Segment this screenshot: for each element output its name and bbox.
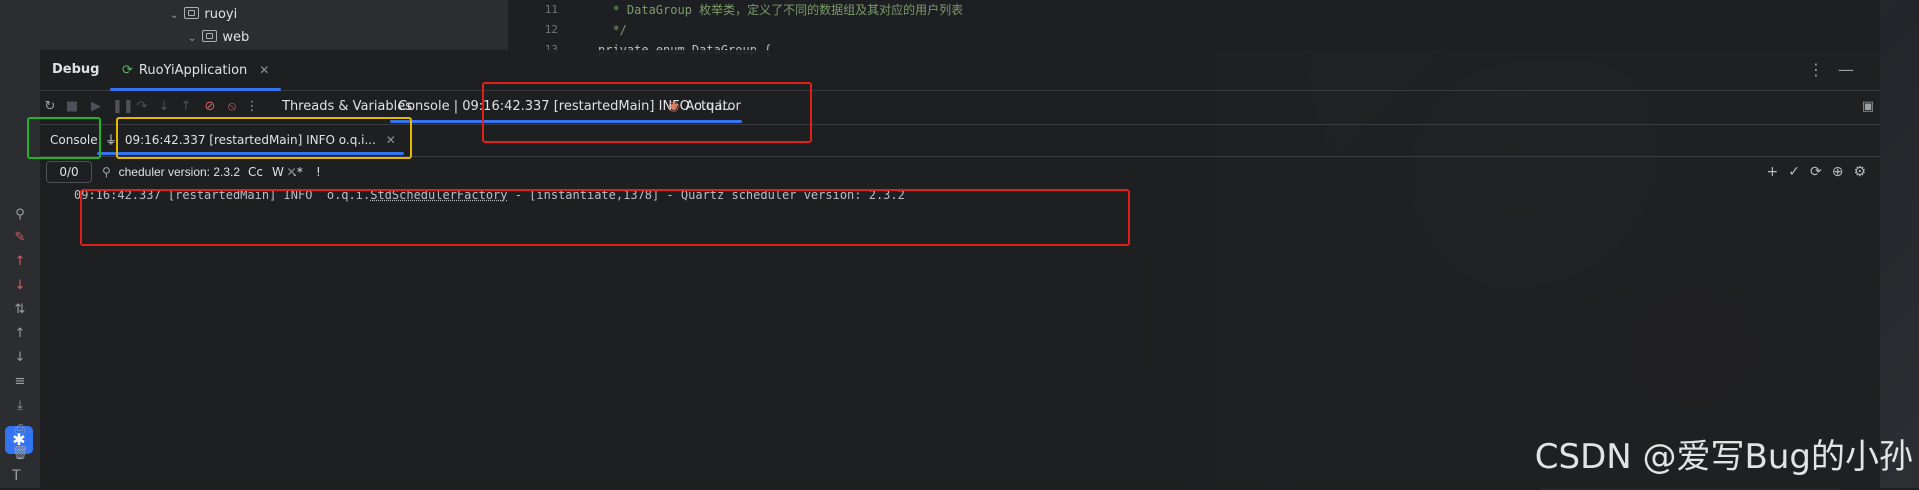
terminal-icon[interactable]: T: [12, 468, 21, 484]
settings-gear-icon[interactable]: ⚙: [1853, 164, 1866, 180]
sort-icon[interactable]: ⇅: [0, 302, 40, 317]
minimize-icon[interactable]: —: [1838, 60, 1868, 79]
folder-icon: [202, 30, 218, 42]
scroll-to-end-icon[interactable]: ⤓: [0, 398, 40, 413]
up-arrow-red-icon[interactable]: ↑: [0, 254, 40, 269]
soft-wrap-icon[interactable]: ≡: [0, 374, 40, 389]
tree-item-label: ruoyi: [204, 7, 238, 22]
more-options-icon[interactable]: ⋮: [1808, 60, 1838, 79]
line-number: 12: [544, 23, 558, 36]
tree-item-ruoyi[interactable]: ⌄ ruoyi: [170, 7, 237, 22]
console-output[interactable]: 09:16:42.337 [restartedMain] INFO o.q.i.…: [40, 140, 1840, 438]
up-arrow-icon[interactable]: ↑: [0, 326, 40, 341]
run-config-label: RuoYiApplication: [138, 62, 248, 78]
pause-icon[interactable]: ❚❚: [112, 99, 134, 115]
clear-pen-icon[interactable]: ✎: [0, 230, 40, 245]
folder-icon: [184, 7, 200, 19]
run-config-tab[interactable]: ⟳ RuoYiApplication ✕: [110, 50, 282, 91]
step-over-icon[interactable]: ↷: [134, 99, 150, 115]
layout-icon[interactable]: ▣: [1860, 99, 1876, 115]
resume-icon[interactable]: ▶: [88, 99, 104, 115]
spring-boot-icon: ⟳: [122, 62, 133, 78]
pin-icon[interactable]: ⚲: [0, 207, 40, 222]
view-breakpoints-icon[interactable]: ⊘: [202, 99, 218, 115]
tree-item-label: web: [222, 30, 250, 45]
code-line: */: [612, 23, 627, 37]
down-arrow-red-icon[interactable]: ↓: [0, 278, 40, 293]
debug-title: Debug: [52, 62, 100, 77]
chevron-down-icon[interactable]: ⌄: [188, 33, 196, 44]
highlight-box-console-subtab: [27, 117, 101, 159]
tree-item-web[interactable]: ⌄ web: [188, 30, 249, 45]
print-icon[interactable]: ⎙: [0, 422, 40, 437]
mute-breakpoints-icon[interactable]: ⦸: [224, 99, 240, 115]
header-actions: ⋮—: [1808, 60, 1868, 79]
chevron-down-icon[interactable]: ⌄: [170, 10, 178, 21]
project-tree: ⌄ ruoyi ⌄ web: [40, 0, 508, 50]
close-icon[interactable]: ✕: [259, 63, 269, 77]
down-arrow-icon[interactable]: ↓: [0, 350, 40, 365]
code-editor: 11 12 13 * DataGroup 枚举类，定义了不同的数据组及其对应的用…: [508, 0, 1880, 57]
step-out-icon[interactable]: ↑: [178, 99, 194, 115]
highlight-box-filter-tab: [116, 117, 412, 159]
trash-icon[interactable]: 🗑: [0, 446, 40, 461]
line-number-gutter: 11 12 13: [508, 0, 568, 56]
line-number: 11: [544, 3, 558, 16]
debug-header: Debug ⟳ RuoYiApplication ✕ ⋮—: [40, 50, 1880, 91]
highlight-box-log-line: [80, 189, 1130, 246]
watermark: CSDN @爱写Bug的小孙: [1534, 437, 1913, 477]
code-line: * DataGroup 枚举类，定义了不同的数据组及其对应的用户列表: [612, 3, 964, 17]
rerun-icon[interactable]: ↻: [42, 99, 58, 115]
stop-icon[interactable]: ■: [64, 99, 80, 115]
highlight-box-console-tab: [482, 82, 812, 143]
more-icon[interactable]: ⋮: [244, 99, 260, 115]
step-into-icon[interactable]: ↓: [156, 99, 172, 115]
